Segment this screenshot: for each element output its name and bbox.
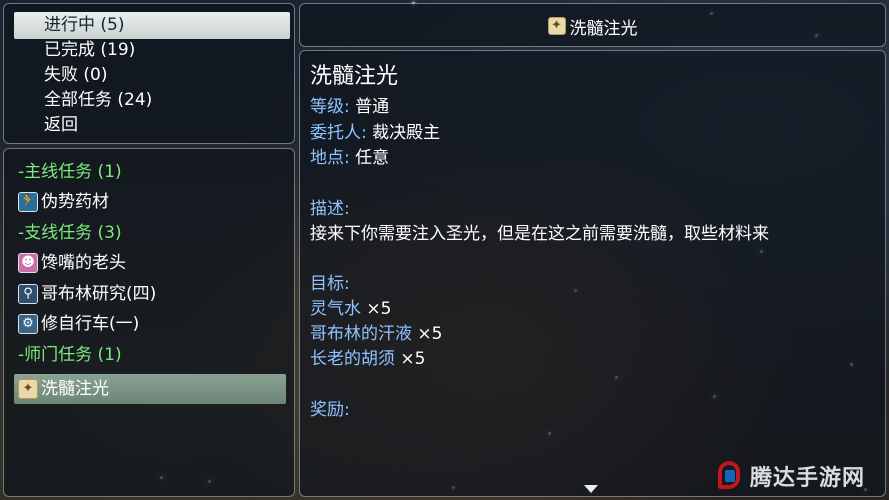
quest-title: 洗髓注光 <box>569 18 638 39</box>
watermark-text: 腾达手游网 <box>750 466 866 491</box>
status-item-all-quests[interactable]: 全部任务 (24) <box>44 88 152 112</box>
quest-item[interactable]: ☻ 馋嘴的老头 <box>18 250 126 276</box>
bicycle-icon: ⚙ <box>18 314 38 334</box>
quest-group-side[interactable]: -支线任务 (3) <box>18 220 122 246</box>
quest-level-row: 等级: 普通 <box>310 95 389 119</box>
quest-item[interactable]: 🏃 伪势药材 <box>18 189 109 215</box>
level-value: 普通 <box>355 97 390 117</box>
quest-name: 洗髓注光 <box>310 64 399 89</box>
target-name: 灵气水 <box>310 299 361 319</box>
quest-label: 洗髓注光 <box>41 379 109 399</box>
scroll-down-arrow-icon[interactable] <box>584 485 598 493</box>
target-item: 哥布林的汗液 ×5 <box>310 322 442 346</box>
magnifier-icon: ⚲ <box>18 284 38 304</box>
targets-label: 目标: <box>310 274 350 294</box>
client-value: 裁决殿主 <box>372 123 441 143</box>
site-watermark: 腾达手游网 <box>716 455 886 497</box>
quest-item[interactable]: ⚲ 哥布林研究(四) <box>18 281 156 307</box>
quest-label: 伪势药材 <box>41 192 109 212</box>
quest-title-bar: ✦ 洗髓注光 <box>299 3 886 47</box>
reward-label: 奖励: <box>310 400 350 420</box>
running-figure-icon: 🏃 <box>18 192 38 212</box>
quest-group-sect[interactable]: -师门任务 (1) <box>18 342 122 368</box>
target-qty: ×5 <box>366 299 392 319</box>
location-label: 地点: <box>310 148 350 168</box>
target-qty: ×5 <box>417 324 443 344</box>
quest-label: 修自行车(一) <box>41 314 140 334</box>
scroll-icon: ✦ <box>547 17 566 35</box>
quest-item[interactable]: ⚙ 修自行车(一) <box>18 311 139 337</box>
quest-group-main[interactable]: -主线任务 (1) <box>18 159 122 185</box>
quest-client-row: 委托人: 裁决殿主 <box>310 121 440 145</box>
client-label: 委托人: <box>310 123 367 143</box>
group-label: -主线任务 (1) <box>18 162 122 182</box>
quest-description: 接来下你需要注入圣光，但是在这之前需要洗髓，取些材料来 <box>310 224 769 244</box>
target-name: 长老的胡须 <box>310 349 395 369</box>
target-item: 长老的胡须 ×5 <box>310 347 425 371</box>
quest-label: 馋嘴的老头 <box>41 253 126 273</box>
description-label: 描述: <box>310 199 350 219</box>
quest-detail-panel: 洗髓注光 等级: 普通 委托人: 裁决殿主 地点: 任意 描述: 接来下你需要注… <box>299 50 886 497</box>
status-item-completed[interactable]: 已完成 (19) <box>44 38 135 62</box>
group-label: -师门任务 (1) <box>18 345 122 365</box>
ghost-face-icon: ☻ <box>18 253 38 273</box>
status-item-back[interactable]: 返回 <box>44 113 78 137</box>
quest-status-menu: 进行中 (5) 已完成 (19) 失败 (0) 全部任务 (24) 返回 <box>3 3 295 144</box>
group-label: -支线任务 (3) <box>18 223 122 243</box>
target-item: 灵气水 ×5 <box>310 297 391 321</box>
target-name: 哥布林的汗液 <box>310 324 412 344</box>
quest-item-selected[interactable]: ✦ 洗髓注光 <box>18 376 109 402</box>
status-item-failed[interactable]: 失败 (0) <box>44 63 107 87</box>
quest-label: 哥布林研究(四) <box>41 284 157 304</box>
quest-location-row: 地点: 任意 <box>310 146 389 170</box>
scroll-icon: ✦ <box>18 379 38 399</box>
target-qty: ×5 <box>400 349 426 369</box>
location-value: 任意 <box>355 148 390 168</box>
status-item-in-progress[interactable]: 进行中 (5) <box>44 13 124 37</box>
quest-list-panel: -主线任务 (1) 🏃 伪势药材 -支线任务 (3) ☻ 馋嘴的老头 ⚲ 哥布林… <box>3 148 295 497</box>
level-label: 等级: <box>310 97 350 117</box>
watermark-logo-icon <box>716 459 744 493</box>
